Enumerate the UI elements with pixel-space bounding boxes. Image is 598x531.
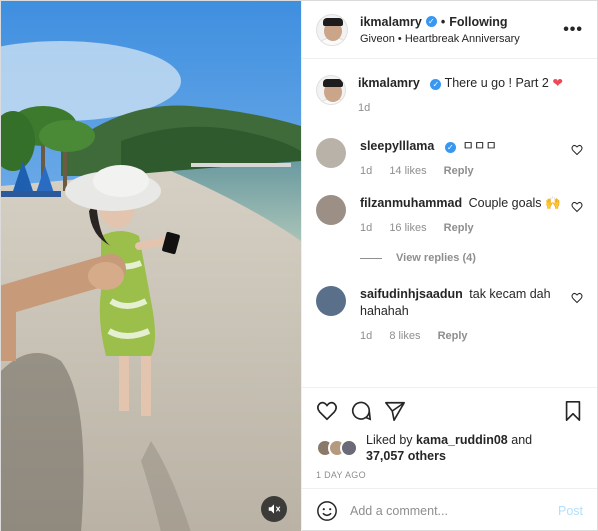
mute-toggle-button[interactable] (261, 496, 287, 522)
post-header: ikmalamry ✓ • Following Giveon • Heartbr… (302, 1, 597, 59)
author-info: ikmalamry ✓ • Following Giveon • Heartbr… (360, 15, 563, 45)
comment-likes[interactable]: 16 likes (389, 222, 426, 234)
comment-likes[interactable]: 14 likes (389, 165, 426, 177)
comment-likes[interactable]: 8 likes (389, 330, 420, 342)
heart-emoji: ❤ (552, 76, 563, 90)
comment-avatar[interactable] (316, 195, 346, 225)
like-comment-icon[interactable] (571, 144, 583, 156)
heart-icon (317, 401, 337, 421)
verified-badge-icon: ✓ (430, 79, 442, 90)
comment-item: saifudinhjsaadun tak kecam dah hahahah 1… (316, 286, 583, 342)
caption-avatar[interactable] (316, 75, 346, 105)
comment-item: sleepylllama ✓ ㅁㅁㅁ 1d 14 likes Reply (316, 138, 583, 177)
audio-subtitle[interactable]: Giveon • Heartbreak Anniversary (360, 33, 563, 45)
verified-badge-icon: ✓ (444, 142, 456, 153)
caption-age: 1d (358, 102, 371, 114)
post-side-panel: ikmalamry ✓ • Following Giveon • Heartbr… (301, 1, 597, 531)
post-timestamp[interactable]: 1 DAY AGO (316, 470, 583, 488)
comment-text: Couple goals 🙌 (468, 196, 561, 210)
likes-summary: Liked by kama_ruddin08 and 37,057 others (316, 432, 583, 464)
comments-section: ikmalamry ✓ There u go ! Part 2 ❤ 1d sle… (302, 59, 597, 387)
caption: ikmalamry ✓ There u go ! Part 2 ❤ 1d (316, 75, 583, 114)
share-button[interactable] (384, 400, 406, 422)
caption-username[interactable]: ikmalamry (358, 76, 420, 90)
replies-divider (360, 257, 382, 259)
emoji-button[interactable] (316, 500, 338, 522)
save-button[interactable] (563, 400, 583, 422)
emoji-icon (317, 500, 337, 521)
following-button[interactable]: Following (449, 15, 507, 29)
liked-by-prefix: Liked by (366, 433, 413, 447)
post-modal: ikmalamry ✓ • Following Giveon • Heartbr… (0, 0, 598, 531)
comment-age: 1d (360, 330, 373, 342)
liked-by-avatars[interactable] (316, 439, 358, 457)
comment-age: 1d (360, 165, 373, 177)
volume-off-icon (268, 504, 281, 514)
liked-by-others[interactable]: 37,057 others (366, 449, 446, 463)
bookmark-icon (565, 401, 581, 421)
view-replies-button[interactable]: View replies (4) (360, 252, 583, 264)
liked-by-and: and (511, 433, 533, 447)
liked-by-user[interactable]: kama_ruddin08 (416, 433, 508, 447)
verified-badge-icon: ✓ (425, 16, 437, 27)
like-comment-icon[interactable] (571, 292, 583, 304)
comment-username[interactable]: sleepylllama (360, 139, 434, 153)
comment-username[interactable]: saifudinhjsaadun (360, 287, 463, 301)
comment-icon (351, 401, 372, 421)
more-options-icon[interactable]: ••• (563, 21, 583, 39)
reply-button[interactable]: Reply (438, 330, 468, 342)
beach-scene (1, 1, 301, 531)
comment-avatar[interactable] (316, 286, 346, 316)
comment-item: filzanmuhammad Couple goals 🙌 1d 16 like… (316, 195, 583, 234)
like-button[interactable] (316, 400, 338, 422)
comment-username[interactable]: filzanmuhammad (360, 196, 462, 210)
comment-avatar[interactable] (316, 138, 346, 168)
add-comment-bar: Post (302, 488, 597, 531)
reply-button[interactable]: Reply (444, 165, 474, 177)
post-video[interactable] (1, 1, 301, 531)
caption-text: There u go ! Part 2 (444, 76, 549, 90)
post-actions: Liked by kama_ruddin08 and 37,057 others… (302, 387, 597, 488)
comment-button[interactable] (350, 400, 372, 422)
comment-age: 1d (360, 222, 373, 234)
send-icon (385, 401, 405, 421)
author-avatar[interactable] (316, 13, 348, 46)
view-replies-label: View replies (4) (396, 252, 476, 264)
separator-dot: • (440, 14, 446, 29)
comment-input[interactable] (350, 503, 558, 518)
reply-button[interactable]: Reply (444, 222, 474, 234)
comment-text: ㅁㅁㅁ (462, 139, 497, 153)
post-comment-button[interactable]: Post (558, 504, 583, 518)
like-comment-icon[interactable] (571, 201, 583, 213)
author-username[interactable]: ikmalamry (360, 15, 422, 29)
